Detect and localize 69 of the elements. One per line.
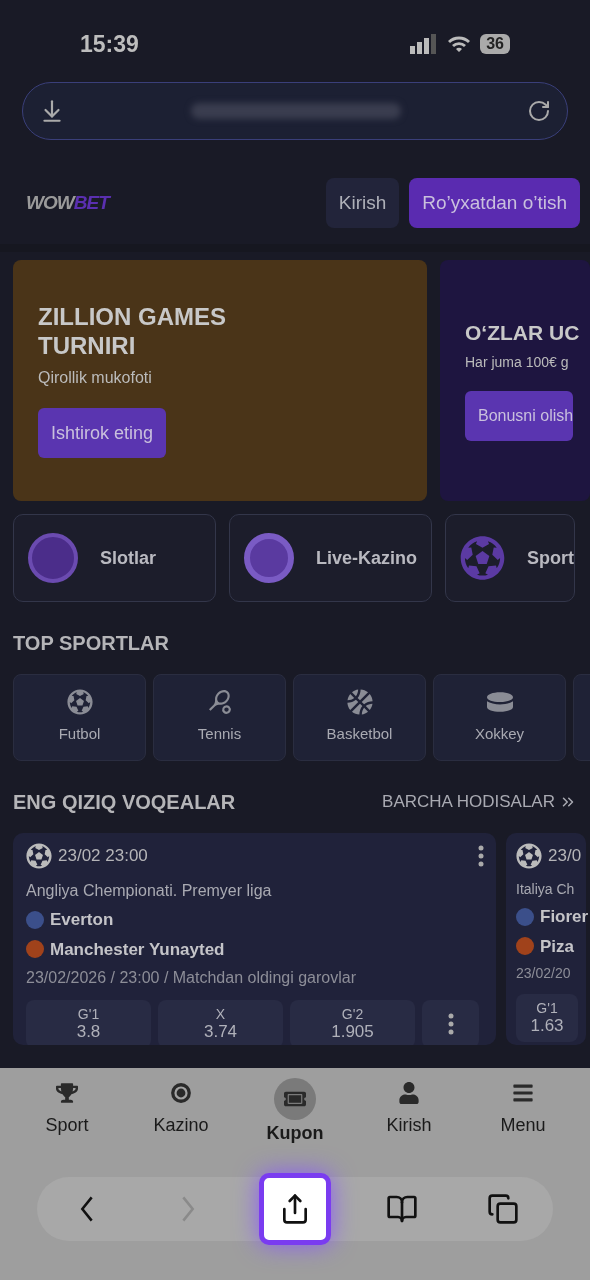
event-card[interactable]: 23/0 Italiya Ch Fiorer Piza 23/02/20 G'1 1.63: [506, 833, 586, 1045]
nav-tab[interactable]: Kirish: [364, 1078, 454, 1147]
more-icon: [447, 1013, 454, 1035]
team-name: Fiorer: [540, 906, 589, 928]
team-crest-icon: [26, 940, 44, 959]
promo-banner[interactable]: O‘ZLAR UC Har juma 100€ g Bonusni olish: [440, 260, 590, 501]
sport-label: Tennis: [197, 724, 242, 745]
more-odds-button[interactable]: [422, 1000, 479, 1045]
event-info: 23/02/20: [516, 964, 571, 983]
banner-button[interactable]: Ishtirok eting: [38, 408, 167, 459]
battery-indicator: 36: [480, 34, 510, 54]
trophy-icon: [56, 1082, 78, 1104]
banner-subtitle: Har juma 100€ g: [465, 352, 570, 372]
user-icon: [398, 1082, 420, 1104]
banner-subtitle: Qirollik mukofoti: [38, 368, 153, 389]
banner-button[interactable]: Bonusni olish: [465, 390, 574, 441]
sport-tile[interactable]: [573, 674, 590, 761]
event-time: 23/02 23:00: [58, 845, 148, 868]
banner-title: ZILLION GAMES TURNIRI: [38, 302, 227, 361]
wifi-icon: [446, 34, 473, 54]
category-card[interactable]: Live-Kazino: [229, 514, 432, 602]
event-card[interactable]: 23/02 23:00 Angliya Chempionati. Premyer liga Everton Manchester Yunayted 23/02/2026 / 23:00 / Matchdan oldingi garovlar G'1 3.8 X 3.74 G'2 1.905: [13, 833, 496, 1045]
casino-chip-icon: [170, 1082, 192, 1104]
sport-label: Futbol: [58, 724, 101, 745]
team-crest-icon: [516, 937, 534, 956]
toolbar-button[interactable]: [259, 1173, 331, 1245]
category-card[interactable]: Sport: [445, 514, 575, 602]
section-title: ENG QIZIQ VOQEALAR: [13, 790, 236, 815]
section-title: TOP SPORTLAR: [13, 631, 170, 656]
nav-tab[interactable]: Kupon: [250, 1078, 340, 1147]
nav-tab[interactable]: Kazino: [136, 1078, 226, 1147]
banner-title: O‘ZLAR UC: [465, 320, 581, 346]
category-label: Sport: [527, 546, 574, 570]
casino-chip-icon: [244, 533, 294, 583]
sport-tile[interactable]: Basketbol: [293, 674, 426, 761]
more-icon[interactable]: [478, 845, 484, 867]
nav-tab[interactable]: Sport: [22, 1078, 112, 1147]
category-card[interactable]: Slotlar: [13, 514, 216, 602]
sport-tile[interactable]: Futbol: [13, 674, 146, 761]
all-events-link[interactable]: BARCHA HODISALAR: [382, 789, 577, 815]
login-button[interactable]: Kirish: [325, 178, 400, 228]
category-label: Live-Kazino: [316, 546, 417, 570]
event-time: 23/0: [548, 845, 582, 868]
odds-button[interactable]: G'1 3.8: [26, 1000, 151, 1045]
reload-icon: [527, 99, 551, 123]
event-info: 23/02/2026 / 23:00 / Matchdan oldingi garovlar: [26, 968, 356, 988]
promo-banner[interactable]: ZILLION GAMES TURNIRI Qirollik mukofoti Ishtirok eting: [13, 260, 427, 501]
odds-button[interactable]: G'2 1.905: [290, 1000, 415, 1045]
sport-tile[interactable]: Tennis: [153, 674, 286, 761]
sport-tile[interactable]: Xokkey: [433, 674, 566, 761]
logo: WOWBET: [26, 190, 109, 215]
league-name: Italiya Ch: [516, 880, 575, 899]
status-time: 15:39: [80, 29, 139, 59]
odds-button[interactable]: G'1 1.63: [516, 994, 578, 1042]
odds-button[interactable]: X 3.74: [158, 1000, 283, 1045]
menu-icon: [512, 1082, 534, 1104]
team-name: Everton: [50, 909, 114, 931]
team-name: Manchester Yunayted: [50, 938, 225, 961]
league-name: Angliya Chempionati. Premyer liga: [26, 881, 272, 901]
team-crest-icon: [516, 907, 534, 926]
basketball-icon: [346, 689, 373, 716]
register-button[interactable]: Ro’yxatdan o’tish: [409, 178, 580, 228]
sport-label: Basketbol: [326, 724, 393, 745]
team-name: Piza: [540, 935, 575, 958]
sport-label: Xokkey: [474, 724, 525, 745]
nav-tab[interactable]: Menu: [478, 1078, 568, 1147]
team-crest-icon: [26, 910, 44, 929]
signal-icon: [410, 34, 439, 54]
category-label: Slotlar: [100, 546, 156, 570]
